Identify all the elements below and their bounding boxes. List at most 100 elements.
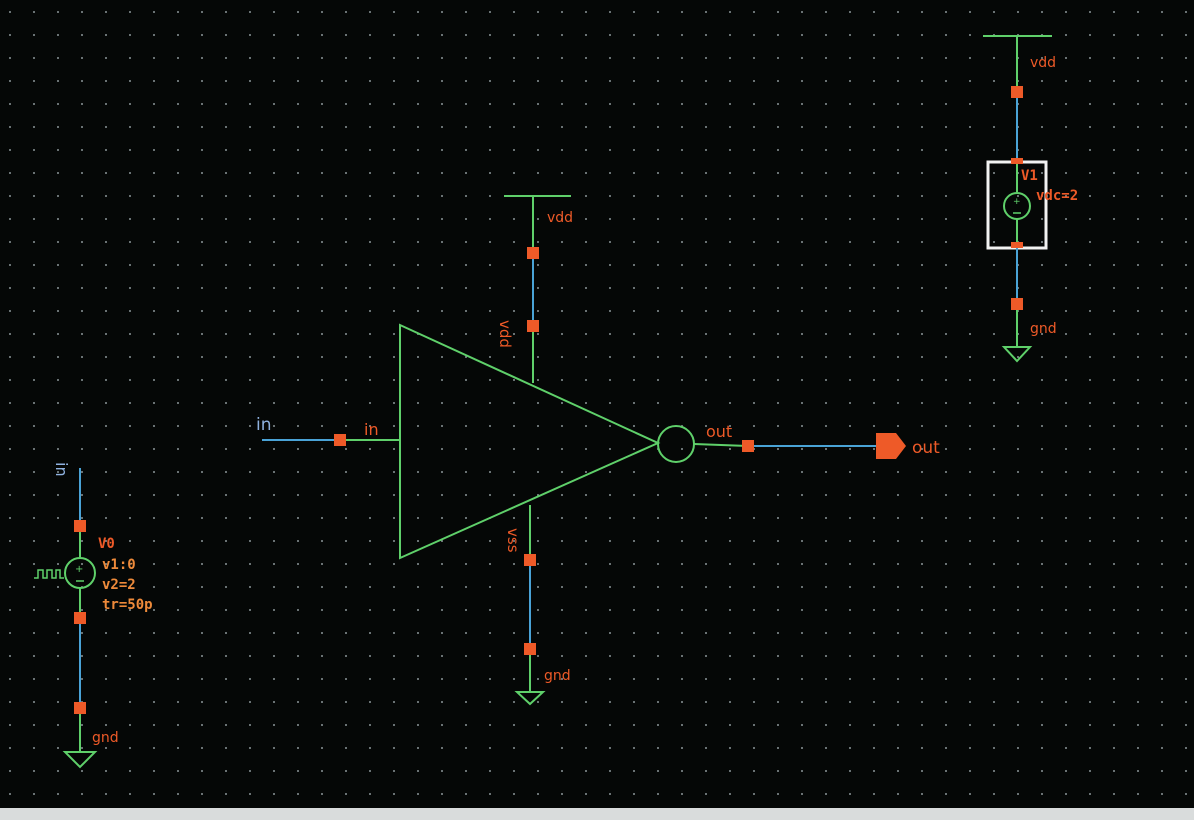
grid-dot [945, 379, 947, 381]
grid-dot [1161, 57, 1163, 59]
grid-dot [201, 80, 203, 82]
grid-dot [1017, 770, 1019, 772]
grid-dot [873, 80, 875, 82]
grid-dot [1185, 34, 1187, 36]
grid-dot [537, 379, 539, 381]
grid-dot [9, 264, 11, 266]
grid-dot [801, 356, 803, 358]
vdd-pin[interactable] [527, 247, 539, 259]
grid-dot [753, 540, 755, 542]
grid-dot [609, 586, 611, 588]
grid-dot [585, 126, 587, 128]
grid-dot [249, 632, 251, 634]
gnd-net-label: gnd [544, 668, 571, 684]
grid-dot [249, 724, 251, 726]
v0-top-pin[interactable] [74, 520, 86, 532]
grid-dot [729, 494, 731, 496]
grid-dot [993, 494, 995, 496]
grid-dot [9, 310, 11, 312]
inverter-out-pin[interactable] [742, 440, 754, 452]
grid-dot [153, 333, 155, 335]
grid-dot [33, 471, 35, 473]
grid-dot [561, 34, 563, 36]
grid-dot [585, 471, 587, 473]
grid-dot [825, 310, 827, 312]
grid-dot [249, 655, 251, 657]
grid-dot [1161, 34, 1163, 36]
grid-dot [993, 264, 995, 266]
schematic-canvas[interactable]: in out vdd vss vdd gnd in out in + gnd V… [0, 0, 1194, 820]
grid-dot [561, 149, 563, 151]
grid-dot [657, 724, 659, 726]
grid-dot [489, 770, 491, 772]
grid-dot [537, 471, 539, 473]
inverter-in-pin[interactable] [334, 434, 346, 446]
grid-dot [705, 241, 707, 243]
grid-dot [657, 172, 659, 174]
grid-dot [345, 264, 347, 266]
grid-dot [1089, 172, 1091, 174]
grid-dot [369, 80, 371, 82]
grid-dot [633, 586, 635, 588]
grid-dot [561, 356, 563, 358]
grid-dot [1161, 379, 1163, 381]
grid-dot [585, 448, 587, 450]
grid-dot [1113, 747, 1115, 749]
grid-dot [729, 103, 731, 105]
gnd-pin[interactable] [524, 643, 536, 655]
grid-dot [33, 11, 35, 13]
grid-dot [657, 494, 659, 496]
grid-dot [945, 563, 947, 565]
grid-dot [249, 103, 251, 105]
grid-dot [249, 241, 251, 243]
grid-dot [489, 678, 491, 680]
grid-dot [705, 448, 707, 450]
grid-dot [561, 425, 563, 427]
grid-dot [417, 126, 419, 128]
grid-dot [249, 494, 251, 496]
grid-dot [993, 724, 995, 726]
grid-dot [753, 195, 755, 197]
grid-dot [81, 57, 83, 59]
grid-dot [849, 448, 851, 450]
grid-dot [921, 586, 923, 588]
inverter-vdd-pin[interactable] [527, 320, 539, 332]
grid-dot [201, 632, 203, 634]
grid-dot [969, 402, 971, 404]
grid-dot [657, 747, 659, 749]
grid-dot [33, 425, 35, 427]
grid-dot [777, 448, 779, 450]
grid-dot [945, 34, 947, 36]
grid-dot [129, 678, 131, 680]
grid-dot [1161, 172, 1163, 174]
grid-dot [249, 471, 251, 473]
grid-dot [897, 402, 899, 404]
v0-gnd-pin[interactable] [74, 702, 86, 714]
grid-dot [681, 402, 683, 404]
grid-dot [537, 218, 539, 220]
grid-dot [129, 333, 131, 335]
grid-dot [897, 678, 899, 680]
grid-dot [633, 770, 635, 772]
grid-dot [345, 333, 347, 335]
grid-dot [849, 770, 851, 772]
grid-dot [945, 264, 947, 266]
v1-vdd-pin[interactable] [1011, 86, 1023, 98]
grid-dot [753, 471, 755, 473]
grid-dot [537, 609, 539, 611]
grid-dot [393, 563, 395, 565]
v1-gnd-pin[interactable] [1011, 298, 1023, 310]
grid-dot [681, 80, 683, 82]
grid-dot [33, 563, 35, 565]
grid-dot [129, 126, 131, 128]
inverter-vss-pin[interactable] [524, 554, 536, 566]
grid-dot [537, 678, 539, 680]
grid-dot [873, 494, 875, 496]
grid-dot [177, 448, 179, 450]
grid-dot [897, 172, 899, 174]
grid-dot [225, 448, 227, 450]
grid-dot [729, 609, 731, 611]
v0-bottom-pin[interactable] [74, 612, 86, 624]
grid-dot [609, 609, 611, 611]
grid-dot [441, 448, 443, 450]
